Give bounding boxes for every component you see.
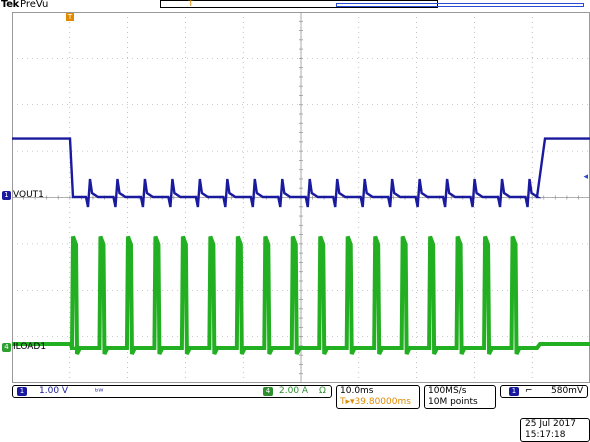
ch1-scale: 1.00 V [39,386,69,396]
sample-rate: 100MS/s [428,386,467,396]
trigger-delay: T▸▾39.80000ms [340,397,411,407]
acquisition-readout[interactable]: 100MS/s 10M points [424,385,496,409]
date-label: 25 Jul 2017 [525,419,576,429]
channel-settings-readout[interactable]: 1 1.00 V ᵇᵂ 4 2.00 A Ω [12,385,332,398]
ch4-trace-label: ILOAD1 [13,342,47,352]
time-label: 15:17:18 [525,430,566,440]
trigger-level: 580mV [551,386,584,396]
timebase-readout[interactable]: 10.0ms T▸▾39.80000ms [336,385,420,409]
timebase-scale: 10.0ms [340,386,374,396]
trigger-level-icon[interactable]: ◂ [583,172,588,182]
ch4-scale: 2.00 A [279,386,309,396]
ch1-bandwidth-limit-icon: ᵇᵂ [95,387,104,396]
top-status-bar: Tek PreVu T [0,0,590,12]
trigger-readout[interactable]: 1 ⌐ 580mV [500,385,588,398]
acquisition-mode-label: PreVu [20,0,49,10]
datetime-readout: 25 Jul 2017 15:17:18 [520,418,590,442]
ch1-ground-marker[interactable]: 1 [2,191,11,200]
ch4-termination-icon: Ω [319,386,326,396]
ch4-ground-marker[interactable]: 4 [2,343,11,352]
record-trigger-position-icon: T [188,0,194,9]
brand-logo: Tek [1,0,20,10]
falling-edge-icon: ⌐ [525,386,533,396]
trigger-position-icon[interactable]: T [66,13,74,21]
record-view-window[interactable] [336,3,584,7]
record-view-bar[interactable] [160,0,584,8]
waveform-display[interactable] [12,12,590,383]
ch1-badge: 1 [17,387,27,396]
record-length: 10M points [428,397,478,407]
trigger-source-badge: 1 [509,387,519,396]
ch4-badge: 4 [263,387,273,396]
ch1-trace-label: VOUT1 [13,190,44,200]
